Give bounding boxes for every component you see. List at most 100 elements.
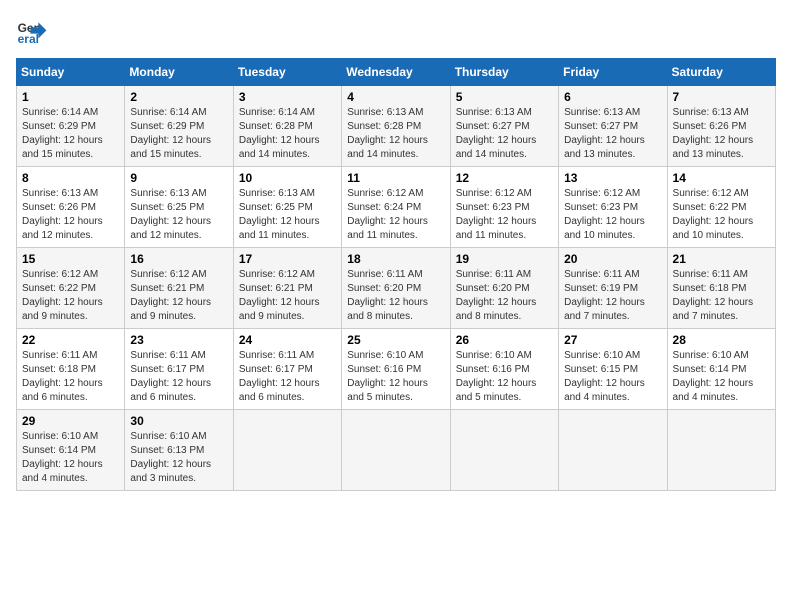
- calendar-cell: [450, 410, 558, 491]
- day-number: 17: [239, 252, 336, 266]
- day-number: 18: [347, 252, 444, 266]
- day-number: 21: [673, 252, 770, 266]
- day-number: 14: [673, 171, 770, 185]
- day-info: Sunrise: 6:14 AMSunset: 6:29 PMDaylight:…: [22, 106, 119, 162]
- calendar-cell: [667, 410, 775, 491]
- calendar-cell: 19 Sunrise: 6:11 AMSunset: 6:20 PMDaylig…: [450, 248, 558, 329]
- day-info: Sunrise: 6:13 AMSunset: 6:25 PMDaylight:…: [130, 187, 227, 243]
- calendar-cell: 24 Sunrise: 6:11 AMSunset: 6:17 PMDaylig…: [233, 329, 341, 410]
- day-number: 19: [456, 252, 553, 266]
- calendar-cell: 28 Sunrise: 6:10 AMSunset: 6:14 PMDaylig…: [667, 329, 775, 410]
- calendar-cell: 23 Sunrise: 6:11 AMSunset: 6:17 PMDaylig…: [125, 329, 233, 410]
- day-info: Sunrise: 6:10 AMSunset: 6:13 PMDaylight:…: [130, 430, 227, 486]
- day-info: Sunrise: 6:13 AMSunset: 6:25 PMDaylight:…: [239, 187, 336, 243]
- calendar-cell: 4 Sunrise: 6:13 AMSunset: 6:28 PMDayligh…: [342, 86, 450, 167]
- day-info: Sunrise: 6:12 AMSunset: 6:22 PMDaylight:…: [673, 187, 770, 243]
- day-number: 11: [347, 171, 444, 185]
- calendar-cell: 6 Sunrise: 6:13 AMSunset: 6:27 PMDayligh…: [559, 86, 667, 167]
- day-number: 4: [347, 90, 444, 104]
- calendar-cell: 29 Sunrise: 6:10 AMSunset: 6:14 PMDaylig…: [17, 410, 125, 491]
- calendar-cell: 8 Sunrise: 6:13 AMSunset: 6:26 PMDayligh…: [17, 167, 125, 248]
- calendar-cell: 9 Sunrise: 6:13 AMSunset: 6:25 PMDayligh…: [125, 167, 233, 248]
- day-info: Sunrise: 6:13 AMSunset: 6:27 PMDaylight:…: [564, 106, 661, 162]
- calendar-cell: 20 Sunrise: 6:11 AMSunset: 6:19 PMDaylig…: [559, 248, 667, 329]
- day-number: 22: [22, 333, 119, 347]
- day-number: 6: [564, 90, 661, 104]
- day-info: Sunrise: 6:10 AMSunset: 6:16 PMDaylight:…: [456, 349, 553, 405]
- day-header-wednesday: Wednesday: [342, 59, 450, 86]
- day-info: Sunrise: 6:11 AMSunset: 6:20 PMDaylight:…: [347, 268, 444, 324]
- day-info: Sunrise: 6:14 AMSunset: 6:29 PMDaylight:…: [130, 106, 227, 162]
- day-info: Sunrise: 6:11 AMSunset: 6:19 PMDaylight:…: [564, 268, 661, 324]
- calendar-cell: 11 Sunrise: 6:12 AMSunset: 6:24 PMDaylig…: [342, 167, 450, 248]
- day-number: 28: [673, 333, 770, 347]
- day-number: 8: [22, 171, 119, 185]
- header: Gen eral: [16, 16, 776, 48]
- day-info: Sunrise: 6:14 AMSunset: 6:28 PMDaylight:…: [239, 106, 336, 162]
- day-number: 10: [239, 171, 336, 185]
- day-info: Sunrise: 6:10 AMSunset: 6:14 PMDaylight:…: [22, 430, 119, 486]
- day-header-thursday: Thursday: [450, 59, 558, 86]
- day-info: Sunrise: 6:13 AMSunset: 6:26 PMDaylight:…: [22, 187, 119, 243]
- calendar-cell: [559, 410, 667, 491]
- day-info: Sunrise: 6:11 AMSunset: 6:17 PMDaylight:…: [130, 349, 227, 405]
- day-info: Sunrise: 6:10 AMSunset: 6:14 PMDaylight:…: [673, 349, 770, 405]
- day-number: 26: [456, 333, 553, 347]
- day-info: Sunrise: 6:13 AMSunset: 6:28 PMDaylight:…: [347, 106, 444, 162]
- calendar-cell: 10 Sunrise: 6:13 AMSunset: 6:25 PMDaylig…: [233, 167, 341, 248]
- day-number: 23: [130, 333, 227, 347]
- day-number: 15: [22, 252, 119, 266]
- calendar-cell: 7 Sunrise: 6:13 AMSunset: 6:26 PMDayligh…: [667, 86, 775, 167]
- calendar-cell: 12 Sunrise: 6:12 AMSunset: 6:23 PMDaylig…: [450, 167, 558, 248]
- calendar-cell: 2 Sunrise: 6:14 AMSunset: 6:29 PMDayligh…: [125, 86, 233, 167]
- day-number: 24: [239, 333, 336, 347]
- day-info: Sunrise: 6:12 AMSunset: 6:24 PMDaylight:…: [347, 187, 444, 243]
- day-number: 9: [130, 171, 227, 185]
- calendar-cell: 21 Sunrise: 6:11 AMSunset: 6:18 PMDaylig…: [667, 248, 775, 329]
- day-info: Sunrise: 6:10 AMSunset: 6:15 PMDaylight:…: [564, 349, 661, 405]
- logo-icon: Gen eral: [16, 16, 48, 48]
- day-header-friday: Friday: [559, 59, 667, 86]
- day-info: Sunrise: 6:11 AMSunset: 6:20 PMDaylight:…: [456, 268, 553, 324]
- day-number: 27: [564, 333, 661, 347]
- day-info: Sunrise: 6:10 AMSunset: 6:16 PMDaylight:…: [347, 349, 444, 405]
- day-info: Sunrise: 6:13 AMSunset: 6:27 PMDaylight:…: [456, 106, 553, 162]
- day-number: 12: [456, 171, 553, 185]
- svg-text:eral: eral: [18, 32, 39, 46]
- calendar-cell: 1 Sunrise: 6:14 AMSunset: 6:29 PMDayligh…: [17, 86, 125, 167]
- calendar-table: SundayMondayTuesdayWednesdayThursdayFrid…: [16, 58, 776, 491]
- day-info: Sunrise: 6:12 AMSunset: 6:21 PMDaylight:…: [239, 268, 336, 324]
- calendar-cell: 26 Sunrise: 6:10 AMSunset: 6:16 PMDaylig…: [450, 329, 558, 410]
- day-number: 25: [347, 333, 444, 347]
- calendar-cell: 18 Sunrise: 6:11 AMSunset: 6:20 PMDaylig…: [342, 248, 450, 329]
- day-number: 3: [239, 90, 336, 104]
- calendar-cell: 15 Sunrise: 6:12 AMSunset: 6:22 PMDaylig…: [17, 248, 125, 329]
- calendar-cell: 22 Sunrise: 6:11 AMSunset: 6:18 PMDaylig…: [17, 329, 125, 410]
- calendar-cell: 3 Sunrise: 6:14 AMSunset: 6:28 PMDayligh…: [233, 86, 341, 167]
- day-number: 13: [564, 171, 661, 185]
- day-header-sunday: Sunday: [17, 59, 125, 86]
- day-header-saturday: Saturday: [667, 59, 775, 86]
- day-info: Sunrise: 6:11 AMSunset: 6:18 PMDaylight:…: [673, 268, 770, 324]
- calendar-cell: 30 Sunrise: 6:10 AMSunset: 6:13 PMDaylig…: [125, 410, 233, 491]
- day-number: 20: [564, 252, 661, 266]
- day-header-tuesday: Tuesday: [233, 59, 341, 86]
- day-number: 30: [130, 414, 227, 428]
- logo: Gen eral: [16, 16, 52, 48]
- calendar-cell: [342, 410, 450, 491]
- calendar-cell: 16 Sunrise: 6:12 AMSunset: 6:21 PMDaylig…: [125, 248, 233, 329]
- day-info: Sunrise: 6:12 AMSunset: 6:23 PMDaylight:…: [564, 187, 661, 243]
- day-info: Sunrise: 6:12 AMSunset: 6:21 PMDaylight:…: [130, 268, 227, 324]
- calendar-cell: 17 Sunrise: 6:12 AMSunset: 6:21 PMDaylig…: [233, 248, 341, 329]
- day-info: Sunrise: 6:12 AMSunset: 6:22 PMDaylight:…: [22, 268, 119, 324]
- day-header-monday: Monday: [125, 59, 233, 86]
- day-info: Sunrise: 6:11 AMSunset: 6:18 PMDaylight:…: [22, 349, 119, 405]
- day-number: 7: [673, 90, 770, 104]
- calendar-cell: 27 Sunrise: 6:10 AMSunset: 6:15 PMDaylig…: [559, 329, 667, 410]
- calendar-cell: 25 Sunrise: 6:10 AMSunset: 6:16 PMDaylig…: [342, 329, 450, 410]
- day-info: Sunrise: 6:12 AMSunset: 6:23 PMDaylight:…: [456, 187, 553, 243]
- calendar-cell: 5 Sunrise: 6:13 AMSunset: 6:27 PMDayligh…: [450, 86, 558, 167]
- calendar-cell: 13 Sunrise: 6:12 AMSunset: 6:23 PMDaylig…: [559, 167, 667, 248]
- day-info: Sunrise: 6:11 AMSunset: 6:17 PMDaylight:…: [239, 349, 336, 405]
- day-number: 5: [456, 90, 553, 104]
